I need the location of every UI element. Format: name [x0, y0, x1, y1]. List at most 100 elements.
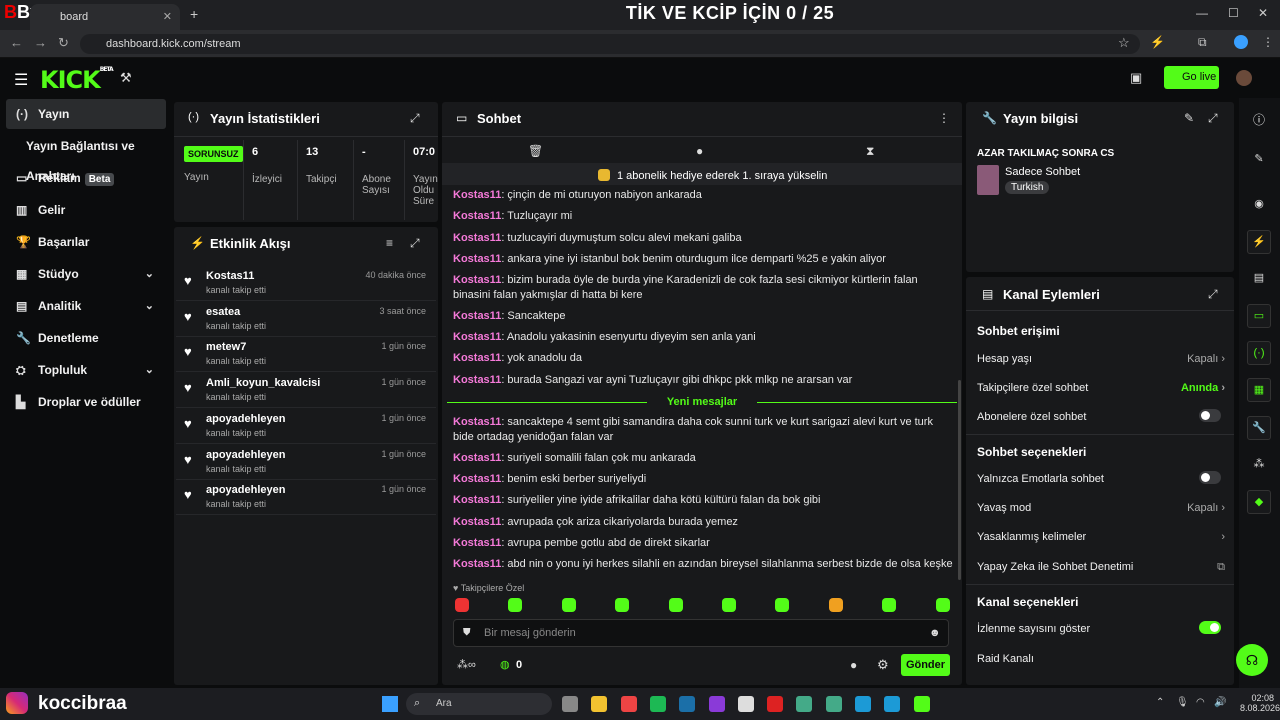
chat-message[interactable]: Kostas11: bizim burada öyle de burda yin…: [453, 273, 955, 303]
back-icon[interactable]: ←: [10, 35, 23, 50]
chat-scrollbar[interactable]: [958, 380, 961, 580]
emote-icon[interactable]: [882, 598, 897, 612]
chrome-icon[interactable]: [796, 696, 813, 712]
volume-icon[interactable]: 🔊: [1214, 697, 1226, 708]
chat-input[interactable]: Bir mesaj gönderin: [453, 619, 949, 647]
bolt-icon[interactable]: ⚡: [1247, 230, 1271, 254]
chat-username[interactable]: Kostas11: [453, 310, 501, 322]
chat-message[interactable]: Kostas11: yok anadolu da: [453, 351, 955, 366]
emoji-icon[interactable]: ☻: [929, 627, 941, 639]
send-button[interactable]: Gönder: [901, 654, 950, 676]
emote-icon[interactable]: [508, 598, 523, 612]
trash-icon[interactable]: 🗑: [528, 144, 543, 158]
edge-icon[interactable]: [884, 696, 901, 712]
ticket-icon[interactable]: ▣: [1130, 70, 1142, 86]
hourglass-icon[interactable]: ⧗: [866, 144, 874, 159]
activity-item[interactable]: ♥ esatea kanalı takip etti 3 saat önce: [176, 301, 436, 337]
chat-message[interactable]: Kostas11: sancaktepe 4 semt gibi samandi…: [453, 415, 955, 445]
browser-tab[interactable]: board ✕: [30, 4, 180, 30]
sidebar-item-0[interactable]: (·) Yayın: [6, 99, 166, 129]
activity-item[interactable]: ♥ apoyadehleyen kanalı takip etti 1 gün önc…: [176, 408, 436, 444]
chat-message[interactable]: Kostas11: Anadolu yakasinin esenyurtu di…: [453, 330, 955, 345]
reload-icon[interactable]: ↻: [58, 35, 69, 51]
emote-icon[interactable]: [455, 598, 469, 612]
profile-icon[interactable]: [1234, 35, 1248, 49]
emote-icon[interactable]: [775, 598, 790, 612]
extension-icon[interactable]: ⚡: [1150, 35, 1165, 49]
gear-icon[interactable]: ⚙: [877, 657, 889, 673]
file-explorer-icon[interactable]: [591, 696, 608, 712]
sidebar-item-2[interactable]: ▭ Reklam Beta: [6, 163, 166, 193]
expand-icon[interactable]: ⤢: [410, 236, 420, 251]
chat-username[interactable]: Kostas11: [453, 416, 501, 428]
show-viewcount-row[interactable]: İzlenme sayısını göster: [977, 621, 1225, 635]
activity-item[interactable]: ♥ metew7 kanalı takip etti 1 gün önce: [176, 336, 436, 373]
sidebar-item-3[interactable]: ▥ Gelir: [6, 195, 166, 225]
chat-username[interactable]: Kostas11: [453, 558, 501, 570]
emote-icon[interactable]: [561, 598, 576, 612]
chat-message[interactable]: Kostas11: çinçin de mi oturuyon nabiyon …: [453, 188, 955, 203]
chat-message[interactable]: Kostas11: Tuzluçayır mi: [453, 209, 955, 224]
chat-username[interactable]: Kostas11: [453, 473, 501, 485]
wrench-icon[interactable]: 🔧: [1247, 416, 1271, 440]
filter-icon[interactable]: ≡: [386, 236, 393, 250]
chat-username[interactable]: Kostas11: [453, 374, 501, 386]
chat-username[interactable]: Kostas11: [453, 274, 501, 286]
chat-message[interactable]: Kostas11: Sancaktepe: [453, 309, 955, 324]
viewcount-toggle[interactable]: [1199, 621, 1221, 634]
expand-icon[interactable]: ⤢: [1208, 111, 1218, 126]
chrome-icon[interactable]: [825, 696, 842, 712]
chevron-down-icon[interactable]: ⌄: [145, 291, 154, 321]
chat-username[interactable]: Kostas11: [453, 352, 501, 364]
chat-username[interactable]: Kostas11: [453, 494, 501, 506]
bookmark-star-icon[interactable]: ☆: [1118, 35, 1130, 51]
kick-logo[interactable]: KICKBETA: [40, 66, 114, 94]
emote-icon[interactable]: [722, 598, 736, 612]
chat-username[interactable]: Kostas11: [453, 537, 501, 549]
mic-icon[interactable]: 🎙: [1176, 697, 1189, 708]
avatar[interactable]: [1236, 70, 1252, 86]
category-thumbnail[interactable]: [977, 165, 999, 195]
account-age-row[interactable]: Hesap yaşı Kapalı ›: [977, 353, 1225, 365]
kick-icon[interactable]: [913, 696, 930, 712]
wifi-icon[interactable]: ◠: [1196, 697, 1205, 708]
community-icon[interactable]: ⁂: [1247, 453, 1271, 477]
chat-username[interactable]: Kostas11: [453, 232, 501, 244]
chat-message[interactable]: Kostas11: suriyeli somalili falan çok mu…: [453, 451, 955, 466]
sidebar-item-1[interactable]: Yayın Bağlantısı ve Anahtarı: [6, 131, 166, 183]
sidebar-item-9[interactable]: ▙ Droplar ve ödüller: [6, 387, 166, 417]
minimize-button[interactable]: —: [1196, 6, 1208, 20]
clock[interactable]: 02:08 8.08.2026: [1240, 693, 1280, 713]
emote-icon[interactable]: [828, 598, 843, 612]
info-icon[interactable]: ⓘ: [1253, 111, 1265, 128]
category-name[interactable]: Sadece Sohbet: [1005, 166, 1080, 178]
chat-username[interactable]: Kostas11: [453, 210, 501, 222]
sidebar-item-4[interactable]: 🏆 Başarılar: [6, 227, 166, 257]
raid-channel-row[interactable]: Raid Kanalı: [977, 653, 1225, 665]
new-tab-button[interactable]: +: [190, 6, 198, 22]
expand-icon[interactable]: ⤢: [410, 111, 420, 126]
edit-icon[interactable]: ✎: [1184, 111, 1194, 125]
points-icon[interactable]: ⁂∞: [457, 658, 476, 671]
spotify-icon[interactable]: [649, 696, 666, 712]
chat-message[interactable]: Kostas11: avrupa pembe gotlu abd de dire…: [453, 536, 955, 551]
forward-icon[interactable]: →: [34, 35, 47, 50]
chat-username[interactable]: Kostas11: [453, 189, 501, 201]
chat-icon[interactable]: ▭: [1247, 304, 1271, 328]
activity-item[interactable]: ♥ Kostas11 kanalı takip etti 40 dakika önce: [176, 265, 436, 301]
windows-start-icon[interactable]: [382, 696, 398, 712]
steam-icon[interactable]: [679, 696, 696, 712]
emote-icon[interactable]: [935, 598, 950, 612]
ai-moderation-row[interactable]: Yapay Zeka ile Sohbet Denetimi ⧉: [977, 561, 1225, 573]
close-window-button[interactable]: ✕: [1258, 6, 1268, 20]
go-live-button[interactable]: Go live: [1164, 66, 1219, 89]
sidebar-item-6[interactable]: ▤ Analitik ⌄: [6, 291, 166, 321]
chat-message[interactable]: Kostas11: tuzlucayiri duymuştum solcu al…: [453, 231, 955, 246]
app-red-icon[interactable]: [767, 696, 784, 712]
chat-message[interactable]: Kostas11: suriyeliler yine iyide afrikal…: [453, 493, 955, 508]
chat-username[interactable]: Kostas11: [453, 331, 501, 343]
address-bar[interactable]: dashboard.kick.com/stream: [80, 34, 1140, 54]
chat-message[interactable]: Kostas11: benim eski berber suriyeliydi: [453, 472, 955, 487]
support-headset-icon[interactable]: ☊: [1236, 644, 1268, 676]
hammer-icon[interactable]: ⚒: [120, 70, 132, 86]
